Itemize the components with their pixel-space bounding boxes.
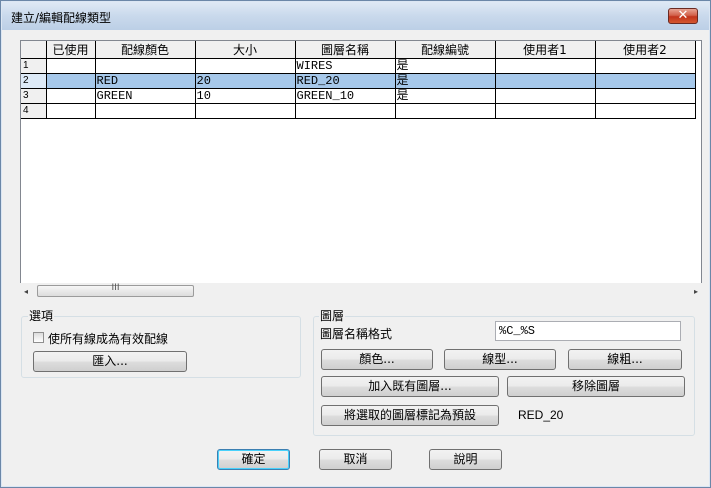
cell-wirenum[interactable]: 是 bbox=[394, 58, 496, 74]
wire-type-grid[interactable]: 已使用 配線顏色 大小 圖層名稱 配線編號 使用者1 使用者2 1 WIRES … bbox=[20, 40, 702, 295]
col-header-user1[interactable]: 使用者1 bbox=[494, 41, 596, 59]
cell-used[interactable] bbox=[45, 73, 96, 89]
cell-size[interactable]: 20 bbox=[194, 73, 296, 89]
import-button[interactable]: 匯入... bbox=[33, 351, 187, 372]
col-header-color[interactable]: 配線顏色 bbox=[94, 41, 196, 59]
col-header-layer[interactable]: 圖層名稱 bbox=[294, 41, 396, 59]
table-row[interactable]: 1 WIRES 是 bbox=[21, 58, 696, 74]
col-header-used[interactable]: 已使用 bbox=[45, 41, 96, 59]
grid-table: 已使用 配線顏色 大小 圖層名稱 配線編號 使用者1 使用者2 1 WIRES … bbox=[21, 41, 696, 119]
cell-size[interactable] bbox=[194, 58, 296, 74]
layer-name-format-input[interactable]: %C_%S bbox=[495, 321, 681, 341]
grid-corner[interactable] bbox=[21, 41, 47, 59]
cell-user2[interactable] bbox=[594, 88, 696, 104]
close-icon: ✕ bbox=[677, 8, 689, 23]
table-row[interactable]: 2 RED 20 RED_20 是 bbox=[21, 73, 696, 89]
layer-name-format-label: 圖層名稱格式 bbox=[320, 327, 393, 341]
row-header[interactable]: 3 bbox=[21, 88, 47, 104]
scroll-right-arrow-icon[interactable]: ▸ bbox=[694, 287, 698, 296]
row-header[interactable]: 4 bbox=[21, 103, 47, 119]
cancel-button[interactable]: 取消 bbox=[319, 449, 392, 470]
cell-size[interactable] bbox=[194, 103, 296, 119]
cell-color[interactable]: GREEN bbox=[94, 88, 196, 104]
add-existing-layer-button[interactable]: 加入既有圖層... bbox=[321, 376, 499, 397]
options-group-label: 選項 bbox=[28, 307, 55, 324]
cell-user1[interactable] bbox=[494, 58, 596, 74]
ok-button[interactable]: 確定 bbox=[217, 449, 290, 470]
cell-layer[interactable]: WIRES bbox=[294, 58, 396, 74]
cell-wirenum[interactable] bbox=[394, 103, 496, 119]
default-layer-value: RED_20 bbox=[518, 408, 564, 422]
col-header-user2[interactable]: 使用者2 bbox=[594, 41, 696, 59]
layer-group-label: 圖層 bbox=[319, 307, 346, 324]
row-header[interactable]: 1 bbox=[21, 58, 47, 74]
col-header-size[interactable]: 大小 bbox=[194, 41, 296, 59]
cell-layer[interactable]: RED_20 bbox=[294, 73, 396, 89]
horizontal-scrollbar[interactable]: ◂ III ▸ bbox=[20, 283, 702, 300]
cell-user2[interactable] bbox=[594, 58, 696, 74]
cell-user1[interactable] bbox=[494, 88, 596, 104]
table-row[interactable]: 4 bbox=[21, 103, 696, 119]
col-header-wirenum[interactable]: 配線編號 bbox=[394, 41, 496, 59]
cell-color[interactable] bbox=[94, 103, 196, 119]
linetype-button[interactable]: 線型... bbox=[444, 349, 556, 370]
cell-used[interactable] bbox=[45, 58, 96, 74]
cell-user1[interactable] bbox=[494, 73, 596, 89]
cell-wirenum[interactable]: 是 bbox=[394, 88, 496, 104]
cell-wirenum[interactable]: 是 bbox=[394, 73, 496, 89]
title-bar[interactable]: 建立/編輯配線類型 ✕ bbox=[2, 2, 709, 30]
grid-header-row: 已使用 配線顏色 大小 圖層名稱 配線編號 使用者1 使用者2 bbox=[21, 41, 696, 59]
color-button[interactable]: 顏色... bbox=[321, 349, 433, 370]
cell-used[interactable] bbox=[45, 88, 96, 104]
dialog-window: 建立/編輯配線類型 ✕ 已使用 配線顏色 大小 圖層名稱 配線編號 使用者1 使… bbox=[0, 0, 711, 488]
remove-layer-button[interactable]: 移除圖層 bbox=[507, 376, 685, 397]
close-button[interactable]: ✕ bbox=[668, 8, 698, 24]
cell-used[interactable] bbox=[45, 103, 96, 119]
all-wires-checkbox-label[interactable]: 使所有線成為有效配線 bbox=[48, 330, 168, 347]
lineweight-button[interactable]: 線粗... bbox=[568, 349, 682, 370]
dialog-title: 建立/編輯配線類型 bbox=[11, 11, 112, 25]
all-wires-checkbox[interactable] bbox=[33, 332, 44, 343]
grip-icon: III bbox=[111, 283, 120, 293]
cell-color[interactable] bbox=[94, 58, 196, 74]
cell-size[interactable]: 10 bbox=[194, 88, 296, 104]
cell-layer[interactable]: GREEN_10 bbox=[294, 88, 396, 104]
mark-default-layer-button[interactable]: 將選取的圖層標記為預設 bbox=[321, 405, 499, 426]
table-row[interactable]: 3 GREEN 10 GREEN_10 是 bbox=[21, 88, 696, 104]
cell-layer[interactable] bbox=[294, 103, 396, 119]
help-button[interactable]: 說明 bbox=[429, 449, 502, 470]
dialog-body: 已使用 配線顏色 大小 圖層名稱 配線編號 使用者1 使用者2 1 WIRES … bbox=[9, 31, 702, 481]
scroll-left-arrow-icon[interactable]: ◂ bbox=[24, 287, 28, 296]
cell-user2[interactable] bbox=[594, 73, 696, 89]
scrollbar-thumb[interactable]: III bbox=[37, 283, 194, 297]
cell-user1[interactable] bbox=[494, 103, 596, 119]
row-header[interactable]: 2 bbox=[21, 73, 47, 89]
cell-user2[interactable] bbox=[594, 103, 696, 119]
cell-color[interactable]: RED bbox=[94, 73, 196, 89]
